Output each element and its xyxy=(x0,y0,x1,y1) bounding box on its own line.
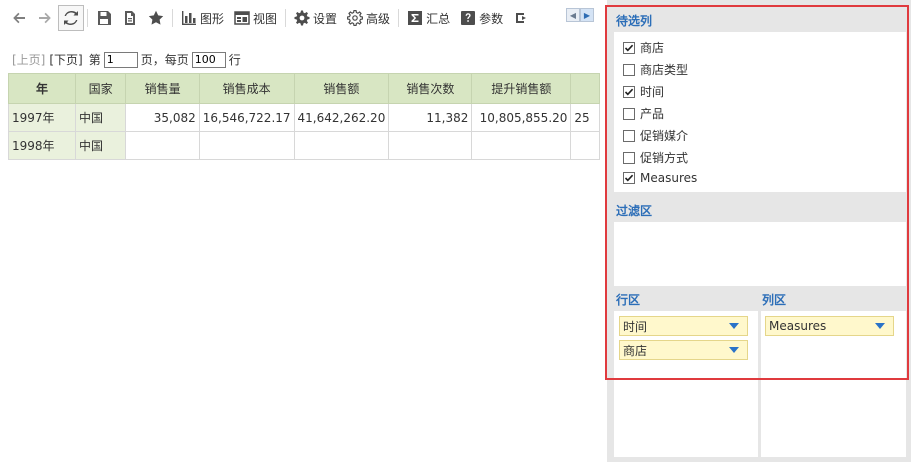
column-header[interactable]: 销售次数 xyxy=(388,73,473,104)
column-header[interactable]: 销售额 xyxy=(293,73,390,104)
row-header-cell[interactable]: 1998年 xyxy=(8,131,76,160)
table-cell: 16,546,722.17 xyxy=(198,103,295,132)
table-cell: 25 xyxy=(570,103,600,132)
table-cell xyxy=(471,131,572,160)
pivot-table: 年 国家 销售量 销售成本 销售额 销售次数 提升销售额 1997年 中国 35… xyxy=(8,73,600,160)
column-header[interactable]: 销售量 xyxy=(125,73,200,104)
column-header[interactable]: 销售成本 xyxy=(198,73,295,104)
table-row: 1998年 中国 xyxy=(8,131,600,160)
table-row: 1997年 中国 35,082 16,546,722.17 41,642,262… xyxy=(8,103,600,132)
table-cell xyxy=(198,131,295,160)
row-header-cell[interactable]: 中国 xyxy=(74,131,127,160)
table-cell: 35,082 xyxy=(125,103,200,132)
column-header[interactable]: 提升销售额 xyxy=(471,73,572,104)
table-cell xyxy=(388,131,473,160)
table-cell xyxy=(125,131,200,160)
table-cell: 10,805,855.20 xyxy=(471,103,572,132)
row-header-cell[interactable]: 1997年 xyxy=(8,103,76,132)
grid-viewport: 年 国家 销售量 销售成本 销售额 销售次数 提升销售额 1997年 中国 35… xyxy=(0,0,600,462)
table-cell xyxy=(293,131,390,160)
column-header[interactable] xyxy=(570,73,600,104)
column-header[interactable]: 年 xyxy=(8,73,76,104)
highlight-frame xyxy=(605,5,909,380)
table-cell xyxy=(570,131,600,160)
row-header-cell[interactable]: 中国 xyxy=(74,103,127,132)
column-header[interactable]: 国家 xyxy=(74,73,127,104)
table-cell: 11,382 xyxy=(388,103,473,132)
table-header-row: 年 国家 销售量 销售成本 销售额 销售次数 提升销售额 xyxy=(8,73,600,104)
table-cell: 41,642,262.20 xyxy=(293,103,390,132)
